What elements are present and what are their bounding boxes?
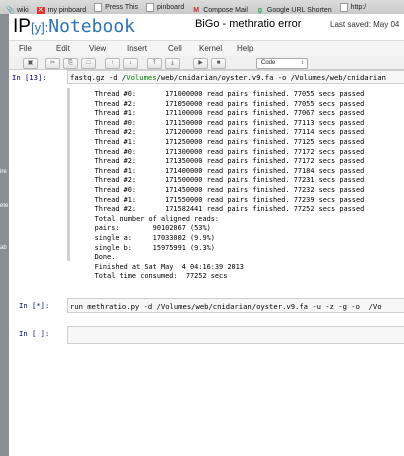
toolbar: ▣ ✂ ⎘ □ ↑ ↓ ⤒ ⤓ ▶ ■ Code ↕: [9, 56, 404, 70]
side-label: ab: [0, 245, 7, 251]
copy-icon[interactable]: ⎘: [63, 58, 78, 69]
output-line: Thread #0: 171450000 read pairs finished…: [78, 185, 365, 194]
paste-icon[interactable]: □: [81, 58, 96, 69]
cell-type-select[interactable]: Code ↕: [256, 58, 308, 69]
background-window-strip: ire ete ab: [0, 14, 9, 456]
run-icon[interactable]: ▶: [193, 58, 208, 69]
ipython-logo[interactable]: IP[y]:Notebook: [13, 16, 135, 38]
output-line: Thread #2: 171500000 read pairs finished…: [78, 176, 365, 185]
page-icon: [339, 2, 348, 12]
bookmarks-bar: 📎 wiki ✕ my pinboard Press This pinboard M…: [0, 0, 404, 15]
bookmark-label: Google URL Shorten: [266, 7, 332, 14]
output-line: single a: 17033002 (9.9%): [78, 233, 215, 242]
cell-prompt: In [*]:: [19, 301, 50, 310]
cut-icon[interactable]: ✂: [45, 58, 60, 69]
output-line: Total time consumed: 77252 secs: [78, 272, 228, 281]
code-text: fastq.gz -d /: [70, 73, 127, 82]
notebook-title[interactable]: BiGo - methratio error: [195, 18, 301, 30]
bookmark-http[interactable]: http:/: [339, 0, 367, 14]
output-line: Thread #1: 171550000 read pairs finished…: [78, 195, 365, 204]
chevron-updown-icon: ↕: [301, 60, 304, 66]
notebook-header: IP[y]:Notebook BiGo - methratio error La…: [9, 14, 404, 38]
output-line: Thread #2: 171200000 read pairs finished…: [78, 128, 365, 137]
page-icon: [94, 2, 103, 12]
bookmark-label: my pinboard: [47, 7, 87, 14]
page-icon: [146, 2, 154, 12]
bookmark-label: http:/: [350, 3, 367, 11]
output-line: Thread #0: 171300000 read pairs finished…: [78, 147, 365, 156]
cell-input[interactable]: [67, 326, 404, 344]
output-line: Total number of aligned reads:: [78, 214, 220, 223]
menu-edit[interactable]: Edit: [56, 44, 70, 53]
stop-icon[interactable]: ■: [211, 58, 226, 69]
menu-view[interactable]: View: [89, 44, 106, 53]
menu-bar: File Edit View Insert Cell Kernel Help: [9, 40, 404, 57]
output-text: Thread #0: 171000000 read pairs finished…: [78, 90, 365, 282]
menu-insert[interactable]: Insert: [127, 44, 147, 53]
logo-y: [y]:: [30, 20, 49, 35]
output-line: single b: 15975991 (9.3%): [78, 243, 215, 252]
output-line: Thread #2: 171350000 read pairs finished…: [78, 157, 365, 166]
bookmark-pinboard[interactable]: pinboard: [146, 0, 184, 14]
code-keyword: Volumes: [126, 73, 157, 82]
move-up-icon[interactable]: ↑: [105, 58, 120, 69]
side-label: ire: [0, 169, 7, 175]
output-line: Thread #0: 171150000 read pairs finished…: [78, 118, 365, 127]
output-line: Finished at Sat May 4 04:16:39 2013: [78, 262, 244, 271]
logo-prefix: IP: [13, 16, 31, 37]
output-line: Thread #1: 171250000 read pairs finished…: [78, 137, 365, 146]
side-label: ete: [0, 203, 9, 209]
menu-cell[interactable]: Cell: [168, 44, 182, 53]
menu-help[interactable]: Help: [237, 44, 253, 53]
cell-prompt: In [13]:: [12, 73, 47, 82]
output-line: pairs: 90102067 (53%): [78, 224, 211, 233]
cell-type-value: Code: [261, 60, 276, 66]
notebook-page: IP[y]:Notebook BiGo - methratio error La…: [9, 14, 404, 456]
code-text: run methratio.py -d /Volumes/web/cnidari…: [70, 302, 382, 311]
output-line: Done.: [78, 253, 116, 262]
output-line: Thread #1: 171400000 read pairs finished…: [78, 166, 365, 175]
bookmark-label: Compose Mail: [203, 7, 248, 14]
menu-file[interactable]: File: [19, 44, 32, 53]
bookmark-label: pinboard: [157, 3, 185, 11]
cell-input[interactable]: fastq.gz -d /Volumes/web/cnidarian/oyste…: [67, 70, 404, 84]
bookmark-label: wiki: [17, 7, 29, 14]
insert-above-icon[interactable]: ⤒: [147, 58, 162, 69]
insert-below-icon[interactable]: ⤓: [165, 58, 180, 69]
menu-kernel[interactable]: Kernel: [199, 44, 222, 53]
cell-output: Thread #0: 171000000 read pairs finished…: [67, 88, 404, 280]
cell-input[interactable]: run methratio.py -d /Volumes/web/cnidari…: [67, 298, 404, 313]
output-line: Thread #0: 171000000 read pairs finished…: [78, 90, 365, 98]
move-down-icon[interactable]: ↓: [123, 58, 138, 69]
code-text: /web/cnidarian/oyster.v9.fa -o /Volumes/…: [156, 73, 386, 82]
output-line: Thread #1: 171100000 read pairs finished…: [78, 109, 365, 118]
save-icon[interactable]: ▣: [23, 58, 38, 69]
logo-notebook: Notebook: [48, 16, 135, 37]
cell-prompt: In [ ]:: [19, 329, 50, 338]
bookmark-label: Press This: [105, 3, 139, 11]
last-saved-status: Last saved: May 04: [330, 20, 400, 29]
bookmark-press-this[interactable]: Press This: [94, 0, 138, 14]
output-line: Thread #2: 171582441 read pairs finished…: [78, 205, 365, 214]
output-line: Thread #2: 171050000 read pairs finished…: [78, 99, 365, 108]
